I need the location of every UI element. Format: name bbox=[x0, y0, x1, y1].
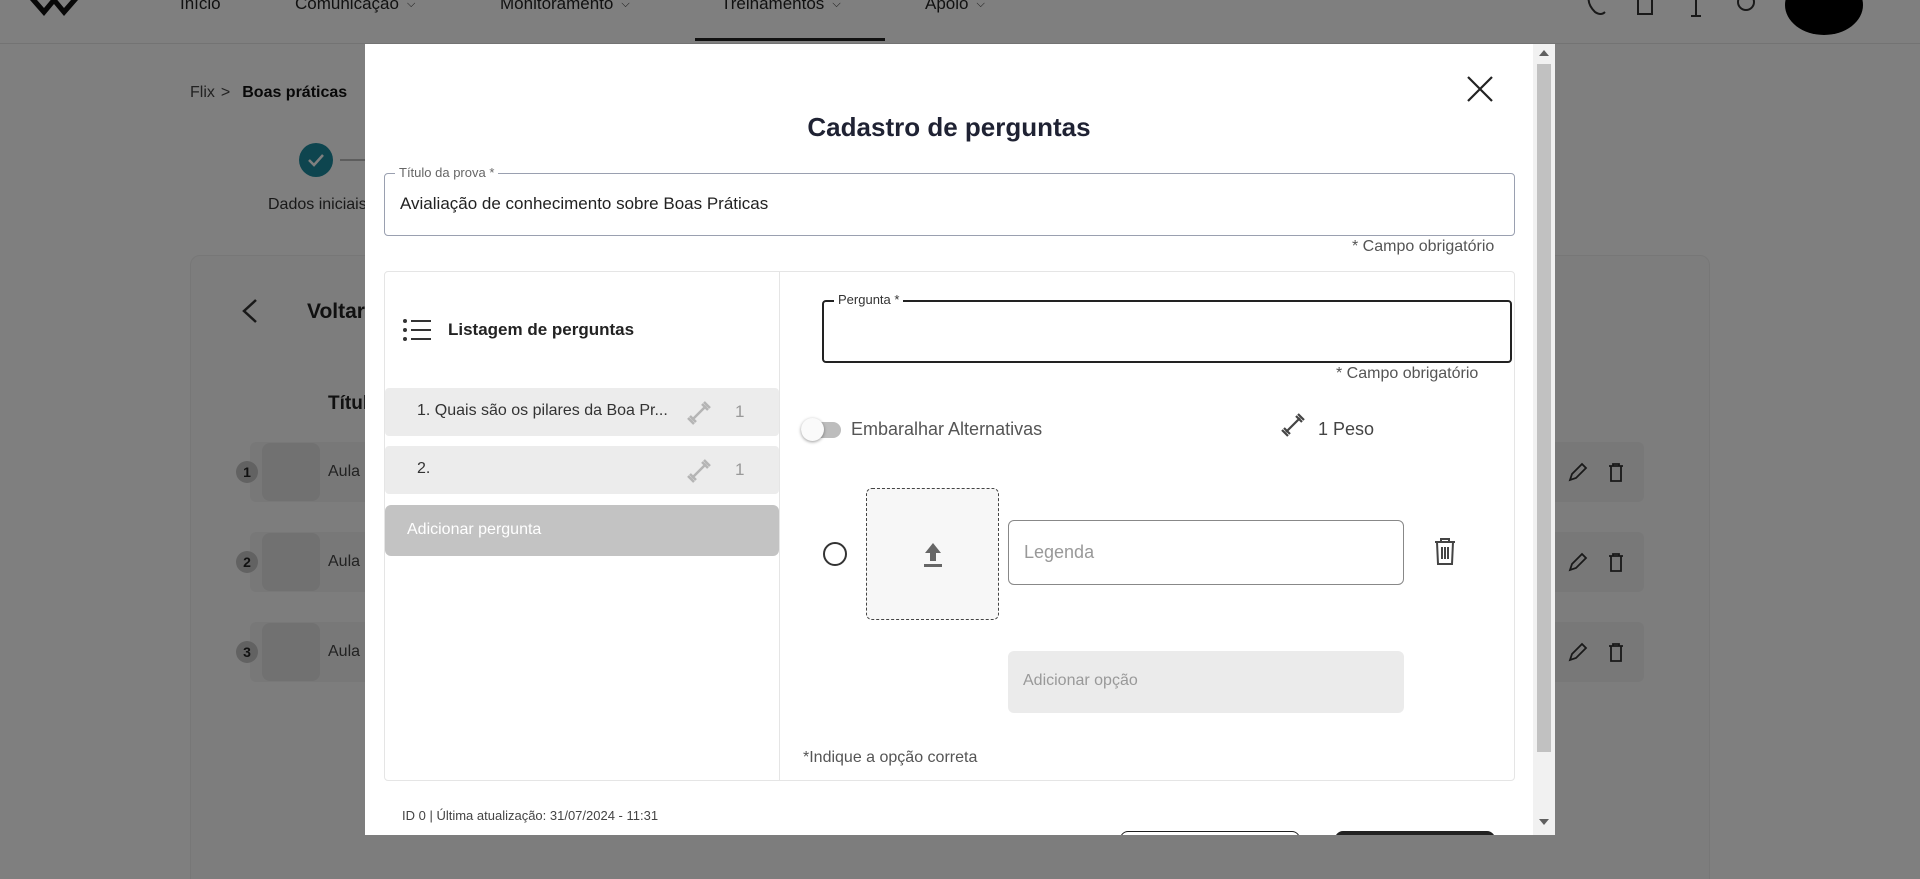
question-input[interactable]: Pergunta * bbox=[822, 292, 1512, 363]
question-weight: 1 bbox=[735, 402, 745, 421]
question-editor-panel: Listagem de perguntas 1. Quais são os pi… bbox=[384, 271, 1515, 781]
add-option-button[interactable]: Adicionar opção bbox=[1008, 651, 1404, 713]
dumbbell-icon bbox=[687, 401, 711, 425]
toggle-knob bbox=[801, 418, 824, 441]
question-list-item[interactable]: 1. Quais são os pilares da Boa Pr... 1 bbox=[385, 388, 779, 436]
shuffle-toggle[interactable] bbox=[801, 417, 843, 441]
modal-scrollbar[interactable] bbox=[1533, 44, 1555, 835]
correct-option-radio[interactable] bbox=[823, 542, 847, 566]
exam-title-value: Avialiação de conhecimento sobre Boas Pr… bbox=[400, 194, 769, 213]
question-list-item[interactable]: 2. 1 bbox=[385, 446, 779, 494]
required-field-note: * Campo obrigatório bbox=[1336, 365, 1479, 382]
dumbbell-icon bbox=[687, 459, 711, 483]
close-icon[interactable] bbox=[1463, 72, 1497, 106]
exam-title-label: Título da prova * bbox=[395, 165, 499, 180]
shuffle-label: Embaralhar Alternativas bbox=[851, 419, 1043, 439]
scroll-thumb[interactable] bbox=[1537, 64, 1551, 752]
weight-label[interactable]: 1 Peso bbox=[1318, 419, 1374, 440]
scroll-down-arrow[interactable] bbox=[1539, 819, 1549, 825]
footer-info: ID 0 | Última atualização: 31/07/2024 - … bbox=[402, 808, 659, 823]
caption-input[interactable] bbox=[1008, 520, 1404, 585]
correct-option-note: *Indique a opção correta bbox=[803, 749, 978, 766]
scroll-up-arrow[interactable] bbox=[1539, 50, 1549, 56]
upload-icon bbox=[924, 543, 942, 567]
required-field-note: * Campo obrigatório bbox=[1352, 238, 1495, 255]
question-item-text: 2. bbox=[417, 460, 431, 477]
list-icon bbox=[403, 319, 431, 341]
question-label: Pergunta * bbox=[834, 292, 904, 307]
question-item-text: 1. Quais são os pilares da Boa Pr... bbox=[417, 402, 668, 419]
dumbbell-icon bbox=[1281, 413, 1305, 437]
cancel-button[interactable] bbox=[1120, 831, 1300, 835]
image-upload-dropzone[interactable] bbox=[866, 488, 999, 620]
panel-divider bbox=[779, 272, 780, 780]
question-weight: 1 bbox=[735, 460, 745, 479]
exam-title-field[interactable]: Título da prova * Avialiação de conhecim… bbox=[384, 165, 1515, 236]
modal-title: Cadastro de perguntas bbox=[807, 112, 1091, 142]
question-list-title: Listagem de perguntas bbox=[448, 320, 635, 339]
question-registration-modal: Cadastro de perguntas Título da prova * … bbox=[365, 44, 1555, 835]
trash-icon[interactable] bbox=[1432, 536, 1458, 566]
add-question-button[interactable]: Adicionar pergunta bbox=[385, 505, 779, 556]
save-button[interactable] bbox=[1335, 831, 1495, 835]
